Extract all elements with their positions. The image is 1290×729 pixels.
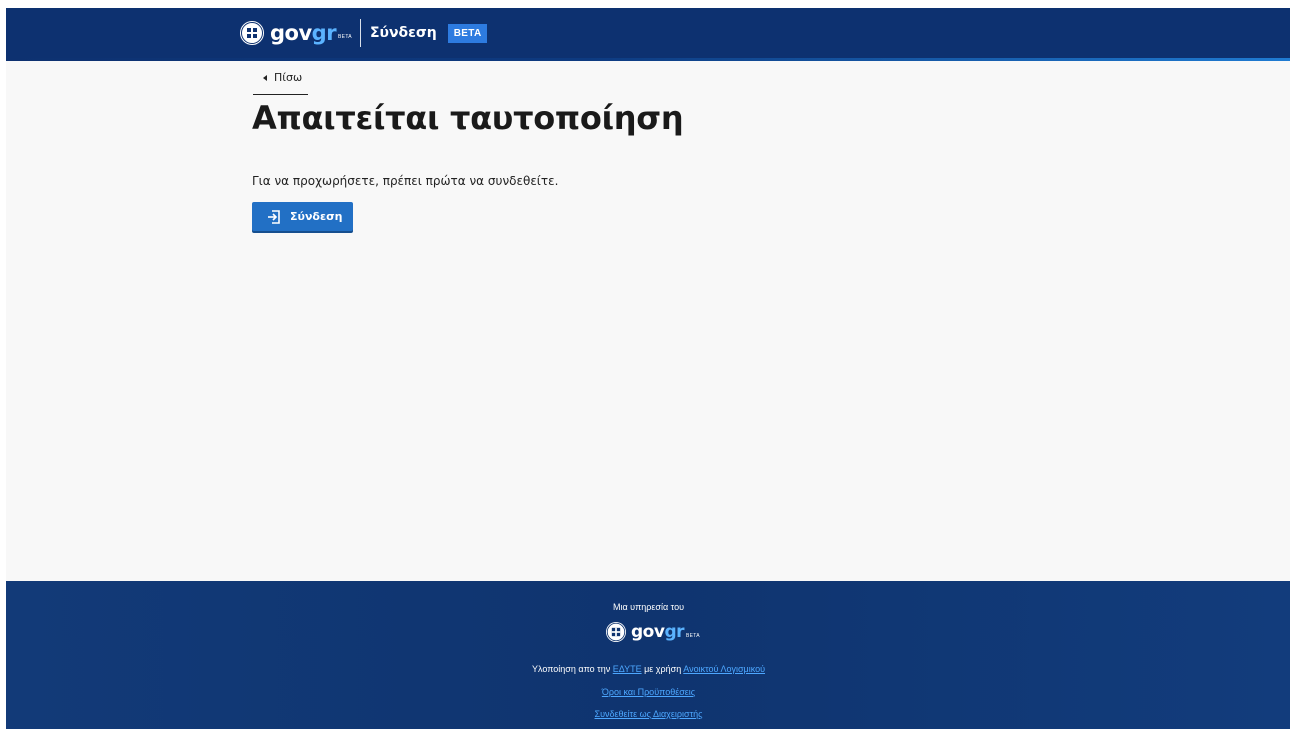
open-source-link[interactable]: Ανοικτού Λογισμικού	[683, 664, 765, 674]
page-description: Για να προχωρήσετε, πρέπει πρώτα να συνδ…	[252, 174, 559, 188]
footer-implementation: Υλοποίηση απο την ΕΔΥΤΕ με χρήση Ανοικτο…	[6, 664, 1290, 674]
admin-login-link[interactable]: Συνδεθείτε ως Διαχειριστής	[595, 709, 703, 719]
footer-service-of: Μια υπηρεσία του	[612, 602, 685, 612]
terms-link[interactable]: Όροι και Προϋποθέσεις	[602, 687, 695, 697]
govgr-logo: govgr	[270, 21, 337, 45]
coat-of-arms-icon	[606, 622, 626, 642]
header-title: Σύνδεση	[369, 25, 437, 41]
header-brand[interactable]: govgr BETA Σύνδεση BETA	[240, 19, 488, 47]
page-frame: govgr BETA Σύνδεση BETA Πίσω Απαιτείται …	[6, 8, 1290, 729]
impl-middle: με χρήση	[644, 664, 682, 674]
impl-prefix: Υλοποίηση απο την	[531, 664, 611, 674]
login-icon	[268, 209, 280, 224]
login-button-label: Σύνδεση	[290, 210, 343, 223]
edyte-link[interactable]: ΕΔΥΤΕ	[613, 664, 642, 674]
footer-govgr-logo[interactable]: govgr BETA	[606, 622, 700, 642]
coat-of-arms-icon	[240, 21, 264, 45]
footer-logo-text: govgr	[631, 622, 684, 642]
header-accent-line	[6, 58, 1290, 61]
back-link[interactable]: Πίσω	[253, 72, 308, 95]
footer-terms: Όροι και Προϋποθέσεις	[6, 687, 1290, 697]
site-header: govgr BETA Σύνδεση BETA	[6, 8, 1290, 58]
page-title: Απαιτείται ταυτοποίηση	[252, 99, 684, 137]
back-label: Πίσω	[274, 71, 303, 84]
site-footer: Μια υπηρεσία του govgr BETA Υλοποίηση απ…	[6, 581, 1290, 729]
caret-left-icon	[263, 75, 267, 81]
login-button[interactable]: Σύνδεση	[252, 202, 353, 231]
beta-badge: BETA	[447, 23, 488, 43]
footer-admin: Συνδεθείτε ως Διαχειριστής	[6, 709, 1290, 719]
header-divider	[359, 19, 361, 47]
footer-logo-beta-tag: BETA	[686, 633, 700, 639]
logo-beta-tag: BETA	[338, 34, 352, 40]
